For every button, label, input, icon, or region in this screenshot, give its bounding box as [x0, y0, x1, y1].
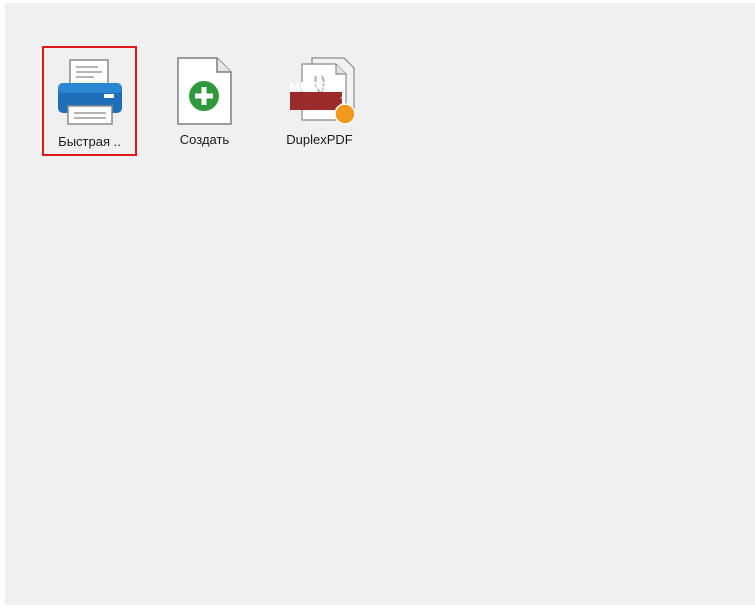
shortcut-quick-print[interactable]: Быстрая ..	[42, 46, 137, 156]
mpdf-document-icon: MPDF 1	[284, 54, 356, 126]
badge-count: 1	[339, 92, 348, 108]
shortcut-label: Создать	[179, 132, 230, 147]
shortcut-create[interactable]: Создать	[157, 46, 252, 156]
mpdf-banner-text: MPDF	[289, 78, 328, 94]
shortcut-label: Быстрая ..	[58, 134, 121, 149]
shortcut-label: DuplexPDF	[286, 132, 353, 147]
shortcut-duplexpdf[interactable]: MPDF 1 DuplexPDF	[272, 46, 367, 156]
printer-icon	[54, 56, 126, 128]
new-document-plus-icon	[169, 54, 241, 126]
